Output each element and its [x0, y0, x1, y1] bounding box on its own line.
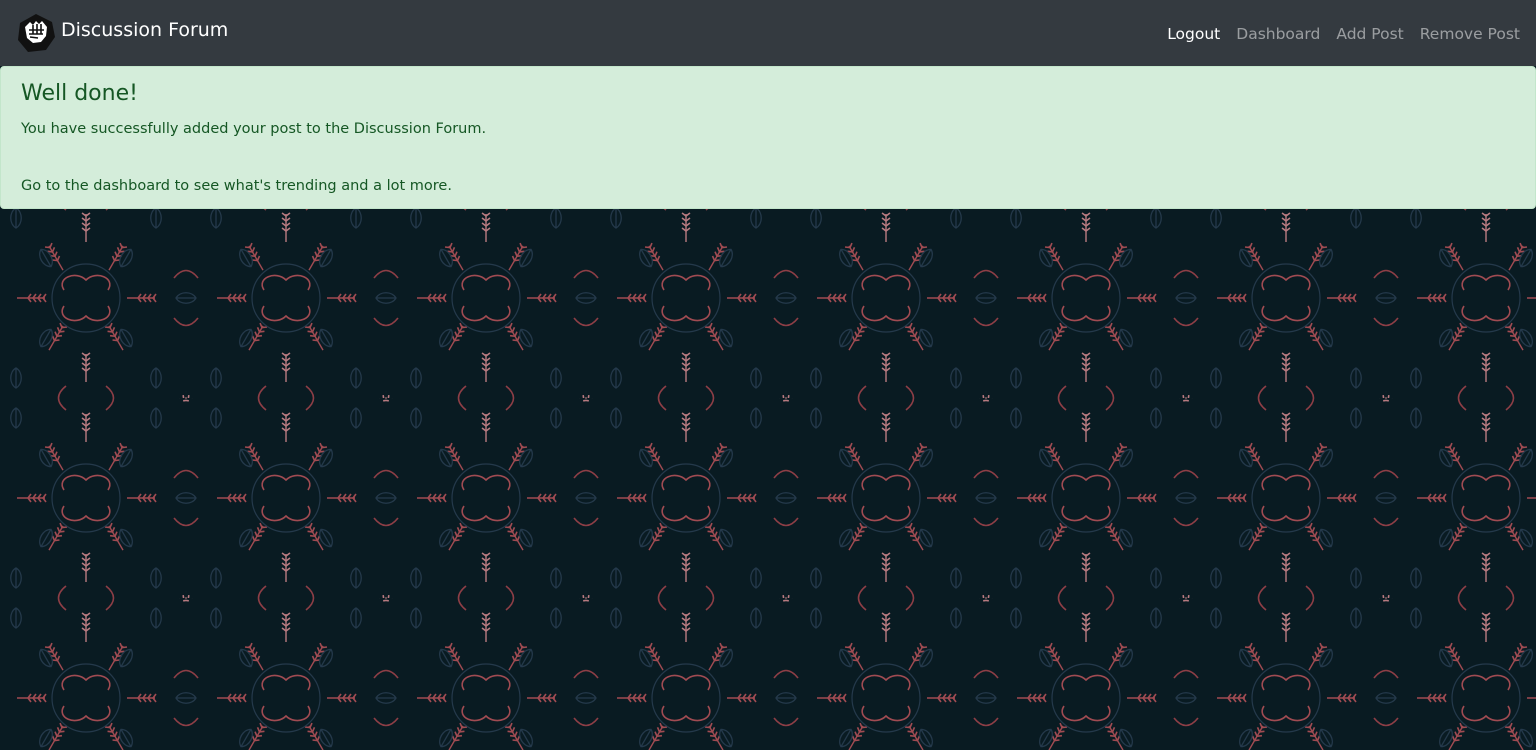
nav-link-dashboard[interactable]: Dashboard	[1236, 24, 1320, 44]
top-navbar: Discussion Forum Logout Dashboard Add Po…	[0, 0, 1536, 66]
nav-link-logout[interactable]: Logout	[1167, 24, 1220, 44]
fist-logo-icon	[18, 14, 55, 52]
navbar-links: Logout Dashboard Add Post Remove Post	[1151, 24, 1520, 44]
navbar-brand[interactable]: Discussion Forum	[16, 12, 228, 54]
brand-title: Discussion Forum	[61, 19, 229, 41]
alert-followup: Go to the dashboard to see what's trendi…	[21, 178, 452, 194]
alert-heading: Well done!	[21, 81, 138, 106]
nav-link-add-post[interactable]: Add Post	[1336, 24, 1403, 44]
alert-message: You have successfully added your post to…	[21, 121, 487, 137]
success-alert: Well done! You have successfully added y…	[0, 66, 1536, 209]
nav-link-remove-post[interactable]: Remove Post	[1420, 24, 1520, 44]
